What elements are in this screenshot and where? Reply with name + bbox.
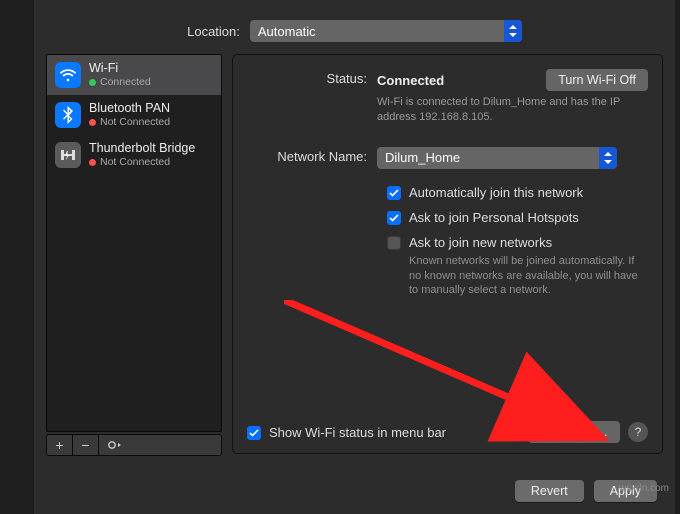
sidebar-actions-menu[interactable]: [99, 435, 133, 455]
status-description: Wi-Fi is connected to Dilum_Home and has…: [377, 95, 627, 125]
detail-panel: Status: Connected Turn Wi-Fi Off Wi-Fi i…: [232, 54, 663, 454]
ask-new-networks-checkbox[interactable]: [387, 236, 401, 250]
location-value: Automatic: [258, 24, 316, 39]
add-network-button[interactable]: +: [47, 435, 73, 455]
status-label: Status:: [247, 69, 377, 86]
ask-personal-hotspots-checkbox[interactable]: [387, 211, 401, 225]
status-dot-icon: [89, 79, 96, 86]
show-wifi-menubar-checkbox[interactable]: [247, 426, 261, 440]
sidebar-item-name: Thunderbolt Bridge: [89, 141, 195, 156]
help-button[interactable]: ?: [628, 422, 648, 442]
thunderbolt-icon: [55, 142, 81, 168]
sidebar-item-status: Not Connected: [100, 116, 170, 129]
watermark: wsxdn.com: [619, 483, 669, 494]
advanced-button[interactable]: Advanced…: [528, 421, 620, 443]
ask-personal-hotspots-label: Ask to join Personal Hotspots: [409, 210, 579, 225]
sidebar-item-status: Not Connected: [100, 156, 170, 169]
auto-join-label: Automatically join this network: [409, 185, 583, 200]
location-label: Location:: [187, 24, 240, 39]
remove-network-button[interactable]: −: [73, 435, 99, 455]
network-sidebar: Wi-Fi Connected Bluetooth PAN Not Connec…: [46, 54, 222, 432]
sidebar-toolbar: + −: [46, 434, 222, 456]
updown-icon: [504, 20, 522, 42]
location-select[interactable]: Automatic: [250, 20, 522, 42]
turn-wifi-off-button[interactable]: Turn Wi-Fi Off: [546, 69, 648, 91]
network-name-select[interactable]: Dilum_Home: [377, 147, 617, 169]
sidebar-item-status: Connected: [100, 76, 151, 89]
status-dot-icon: [89, 159, 96, 166]
show-wifi-menubar-label: Show Wi-Fi status in menu bar: [269, 425, 446, 440]
updown-icon: [599, 147, 617, 169]
sidebar-item-bluetooth[interactable]: Bluetooth PAN Not Connected: [47, 95, 221, 135]
status-value: Connected: [377, 73, 444, 88]
status-dot-icon: [89, 119, 96, 126]
auto-join-checkbox[interactable]: [387, 186, 401, 200]
sidebar-item-name: Bluetooth PAN: [89, 101, 170, 116]
revert-button[interactable]: Revert: [515, 480, 584, 502]
sidebar-item-thunderbolt[interactable]: Thunderbolt Bridge Not Connected: [47, 135, 221, 175]
ask-new-networks-desc: Known networks will be joined automatica…: [409, 254, 648, 299]
sidebar-item-wifi[interactable]: Wi-Fi Connected: [47, 55, 221, 95]
network-name-value: Dilum_Home: [385, 150, 460, 165]
bluetooth-icon: [55, 102, 81, 128]
sidebar-item-name: Wi-Fi: [89, 61, 151, 76]
ask-new-networks-label: Ask to join new networks: [409, 235, 648, 250]
network-name-label: Network Name:: [247, 147, 377, 164]
wifi-icon: [55, 62, 81, 88]
